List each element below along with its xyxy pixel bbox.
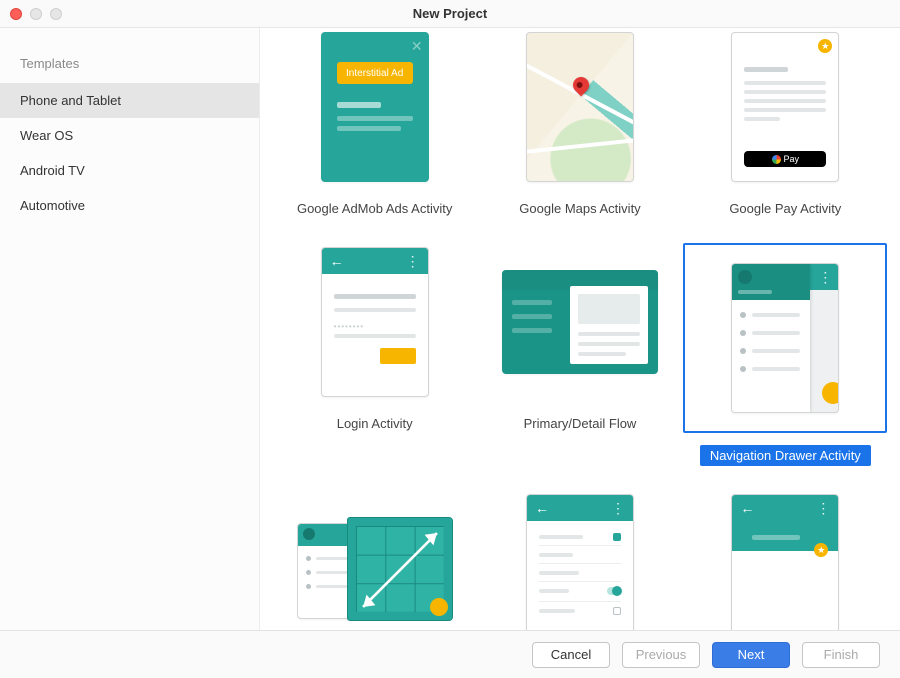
sidebar-item-label: Automotive bbox=[20, 198, 85, 213]
window-title: New Project bbox=[0, 6, 900, 21]
template-card-nav-drawer[interactable]: Navigation Drawer Activity bbox=[683, 243, 888, 466]
template-thumbnail: ★ bbox=[701, 490, 869, 630]
template-card-login[interactable]: •••••••• Login Activity bbox=[272, 243, 477, 466]
finish-button[interactable]: Finish bbox=[802, 642, 880, 668]
template-thumbnail: ★ Pay bbox=[701, 28, 869, 186]
sidebar-item-label: Phone and Tablet bbox=[20, 93, 121, 108]
sidebar-item-automotive[interactable]: Automotive bbox=[0, 188, 259, 223]
templates-sidebar: Templates Phone and Tablet Wear OS Andro… bbox=[0, 28, 260, 630]
overflow-menu-icon bbox=[818, 269, 832, 286]
next-button[interactable]: Next bbox=[712, 642, 790, 668]
template-card-gpay[interactable]: ★ Pay Google Pay Activity bbox=[683, 28, 888, 219]
sidebar-item-phone-tablet[interactable]: Phone and Tablet bbox=[0, 83, 259, 118]
google-pay-button-mock: Pay bbox=[744, 151, 826, 167]
template-card-admob[interactable]: ✕ Interstitial Ad Google AdMob Ads Activ… bbox=[272, 28, 477, 219]
star-badge-icon: ★ bbox=[818, 39, 832, 53]
template-thumbnail bbox=[291, 490, 459, 630]
overflow-menu-icon bbox=[816, 500, 830, 517]
template-label: Google Maps Activity bbox=[509, 198, 650, 219]
template-thumbnail: ✕ Interstitial Ad bbox=[291, 28, 459, 186]
cancel-button[interactable]: Cancel bbox=[532, 642, 610, 668]
interstitial-ad-chip: Interstitial Ad bbox=[337, 62, 413, 84]
wizard-footer: Cancel Previous Next Finish bbox=[0, 630, 900, 678]
template-card-primary-detail[interactable]: Primary/Detail Flow bbox=[477, 243, 682, 466]
titlebar: New Project bbox=[0, 0, 900, 28]
template-thumbnail bbox=[496, 490, 664, 630]
sidebar-item-label: Android TV bbox=[20, 163, 85, 178]
template-thumbnail bbox=[496, 243, 664, 401]
template-thumbnail bbox=[496, 28, 664, 186]
template-label: Google AdMob Ads Activity bbox=[287, 198, 462, 219]
previous-button[interactable]: Previous bbox=[622, 642, 700, 668]
back-arrow-icon bbox=[535, 500, 549, 516]
template-card-responsive[interactable]: Responsive Activity bbox=[272, 490, 477, 630]
overflow-menu-icon bbox=[611, 500, 625, 517]
template-card-maps[interactable]: Google Maps Activity bbox=[477, 28, 682, 219]
template-thumbnail bbox=[683, 243, 887, 433]
back-arrow-icon bbox=[740, 500, 754, 516]
template-label: Navigation Drawer Activity bbox=[700, 445, 871, 466]
sidebar-header: Templates bbox=[0, 52, 259, 83]
template-card-settings[interactable]: Settings Activity bbox=[477, 490, 682, 630]
google-logo-icon bbox=[772, 155, 781, 164]
sidebar-item-android-tv[interactable]: Android TV bbox=[0, 153, 259, 188]
template-label: Login Activity bbox=[327, 413, 423, 434]
template-label: Google Pay Activity bbox=[719, 198, 851, 219]
back-arrow-icon bbox=[330, 253, 344, 269]
template-gallery[interactable]: ✕ Interstitial Ad Google AdMob Ads Activ… bbox=[260, 28, 900, 630]
overflow-menu-icon bbox=[406, 253, 420, 270]
template-card-scrolling[interactable]: ★ Scrolling Activity bbox=[683, 490, 888, 630]
sidebar-item-label: Wear OS bbox=[20, 128, 73, 143]
sidebar-item-wear-os[interactable]: Wear OS bbox=[0, 118, 259, 153]
map-pin-icon bbox=[570, 74, 593, 97]
template-label: Primary/Detail Flow bbox=[514, 413, 647, 434]
template-thumbnail: •••••••• bbox=[291, 243, 459, 401]
star-badge-icon: ★ bbox=[814, 543, 828, 557]
checkbox-icon bbox=[613, 533, 621, 541]
